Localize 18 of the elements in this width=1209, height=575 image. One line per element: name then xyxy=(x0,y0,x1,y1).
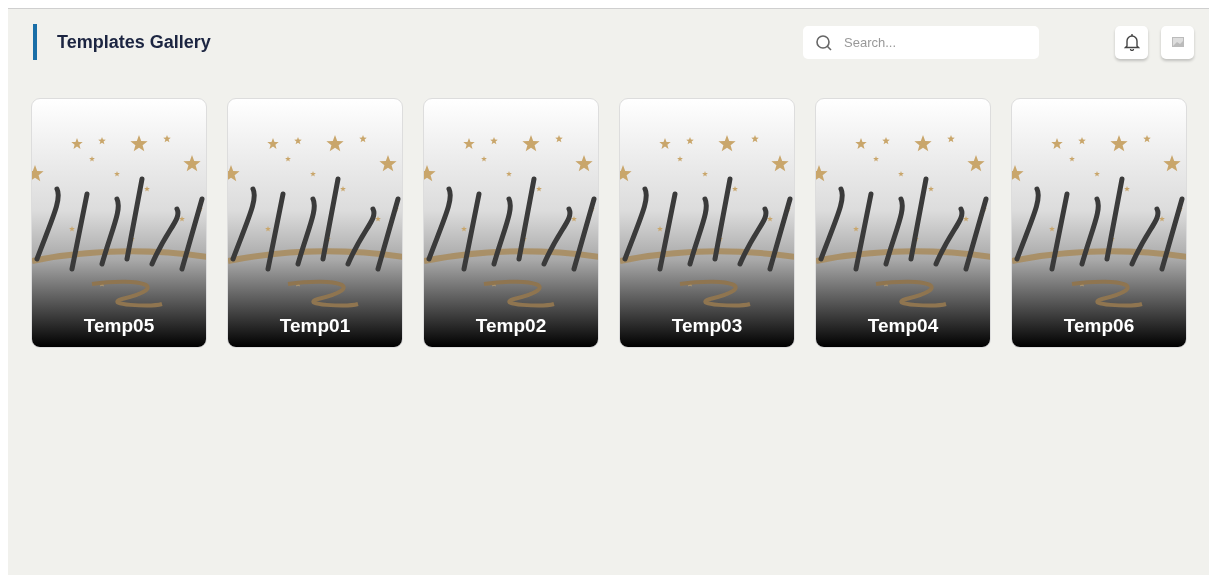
template-name: Temp02 xyxy=(474,315,548,337)
template-card[interactable]: Temp04 xyxy=(815,98,991,348)
bell-icon xyxy=(1123,33,1140,51)
notification-button[interactable] xyxy=(1115,25,1148,59)
template-card[interactable]: Temp01 xyxy=(227,98,403,348)
template-name: Temp01 xyxy=(278,315,352,337)
image-icon xyxy=(1171,37,1184,47)
template-name: Temp06 xyxy=(1062,315,1136,337)
search-field[interactable]: Search... xyxy=(803,25,1039,59)
search-icon xyxy=(815,33,833,52)
template-card[interactable]: Temp05 xyxy=(31,98,207,348)
template-card[interactable]: Temp06 xyxy=(1011,98,1187,348)
page-title: Templates Gallery xyxy=(33,24,211,60)
template-card[interactable]: Temp02 xyxy=(423,98,599,348)
template-card[interactable]: Temp03 xyxy=(619,98,795,348)
template-name: Temp05 xyxy=(82,315,156,337)
template-name: Temp03 xyxy=(670,315,744,337)
template-name: Temp04 xyxy=(866,315,940,337)
